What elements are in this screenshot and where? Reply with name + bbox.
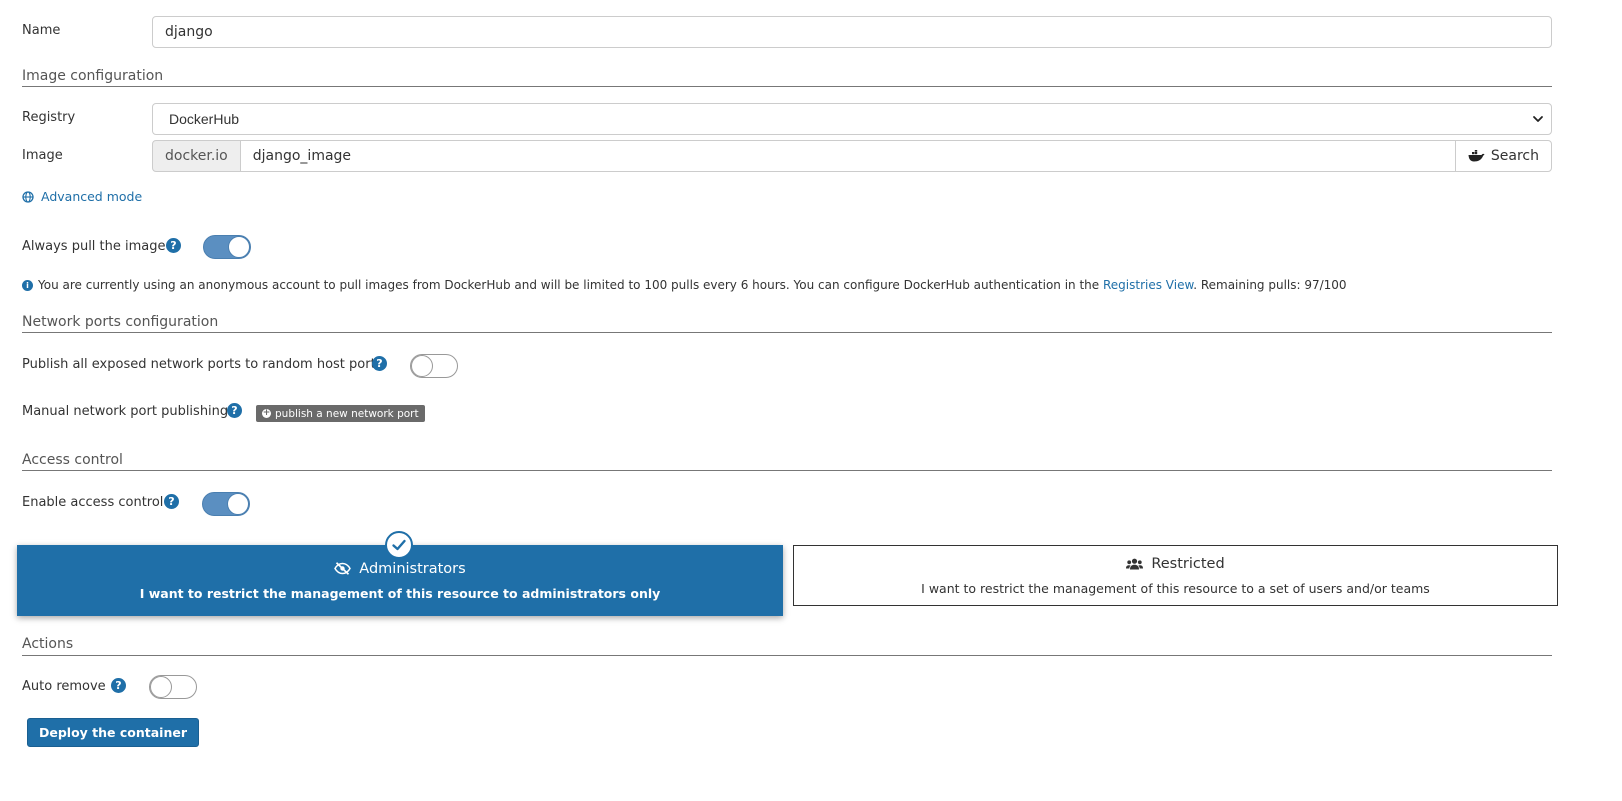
restricted-title: Restricted <box>1151 555 1225 572</box>
publish-all-label: Publish all exposed network ports to ran… <box>22 357 383 372</box>
question-circle-icon[interactable]: ? <box>372 356 387 371</box>
restricted-description: I want to restrict the management of thi… <box>921 580 1430 596</box>
question-circle-icon[interactable]: ? <box>227 403 242 418</box>
users-icon <box>1126 558 1144 569</box>
search-button-label: Search <box>1490 148 1539 164</box>
anonymous-pull-warning: i You are currently using an anonymous ac… <box>22 278 1347 292</box>
registry-label: Registry <box>22 110 76 125</box>
toggle-knob <box>228 236 250 258</box>
eye-slash-icon <box>334 562 352 575</box>
enable-access-control-label: Enable access control <box>22 495 164 510</box>
deploy-container-button[interactable]: Deploy the container <box>27 718 200 747</box>
search-image-button[interactable]: Search <box>1454 140 1552 172</box>
administrators-title: Administrators <box>359 560 466 577</box>
info-circle-icon: i <box>22 280 33 291</box>
chevron-down-icon <box>1533 116 1543 122</box>
image-label: Image <box>22 148 63 163</box>
toggle-knob <box>150 676 172 698</box>
toggle-knob <box>411 355 433 377</box>
registry-select[interactable]: DockerHub <box>152 103 1552 135</box>
toggle-knob <box>227 493 249 515</box>
question-circle-icon[interactable]: ? <box>111 678 126 693</box>
section-divider <box>22 86 1552 87</box>
name-input[interactable] <box>152 16 1552 48</box>
advanced-mode-link[interactable]: Advanced mode <box>22 189 142 204</box>
section-title-image-configuration: Image configuration <box>22 68 164 84</box>
publish-new-port-button[interactable]: + publish a new network port <box>256 405 425 422</box>
image-registry-prefix: docker.io <box>152 140 241 172</box>
registry-selected-value: DockerHub <box>169 111 240 127</box>
always-pull-toggle[interactable] <box>203 235 251 259</box>
publish-all-toggle[interactable] <box>410 354 458 378</box>
section-divider <box>22 470 1552 471</box>
warning-text-end: . Remaining pulls: 97/100 <box>1193 278 1347 292</box>
name-label: Name <box>22 23 61 38</box>
auto-remove-label: Auto remove <box>22 679 106 694</box>
question-circle-icon[interactable]: ? <box>164 494 179 509</box>
question-circle-icon[interactable]: ? <box>166 238 181 253</box>
section-title-actions: Actions <box>22 636 74 652</box>
image-input-group: docker.io Search <box>152 140 1552 172</box>
check-circle-icon <box>385 531 413 559</box>
globe-icon <box>22 190 34 203</box>
auto-remove-toggle[interactable] <box>149 675 197 699</box>
section-divider <box>22 332 1552 333</box>
warning-text-start: You are currently using an anonymous acc… <box>38 278 1103 292</box>
advanced-mode-label: Advanced mode <box>41 189 143 204</box>
section-divider <box>22 655 1552 656</box>
publish-new-port-label: publish a new network port <box>275 407 419 420</box>
manual-publishing-label: Manual network port publishing <box>22 404 229 419</box>
always-pull-label: Always pull the image <box>22 239 166 254</box>
image-input[interactable] <box>240 140 1455 172</box>
access-option-restricted[interactable]: Restricted I want to restrict the manage… <box>793 545 1558 606</box>
access-control-toggle[interactable] <box>202 492 250 516</box>
section-title-access-control: Access control <box>22 452 123 468</box>
section-title-network-ports: Network ports configuration <box>22 314 219 330</box>
registries-view-link[interactable]: Registries View <box>1103 278 1193 292</box>
docker-whale-icon <box>1468 150 1485 162</box>
plus-circle-icon: + <box>262 408 271 418</box>
administrators-description: I want to restrict the management of thi… <box>139 585 661 601</box>
